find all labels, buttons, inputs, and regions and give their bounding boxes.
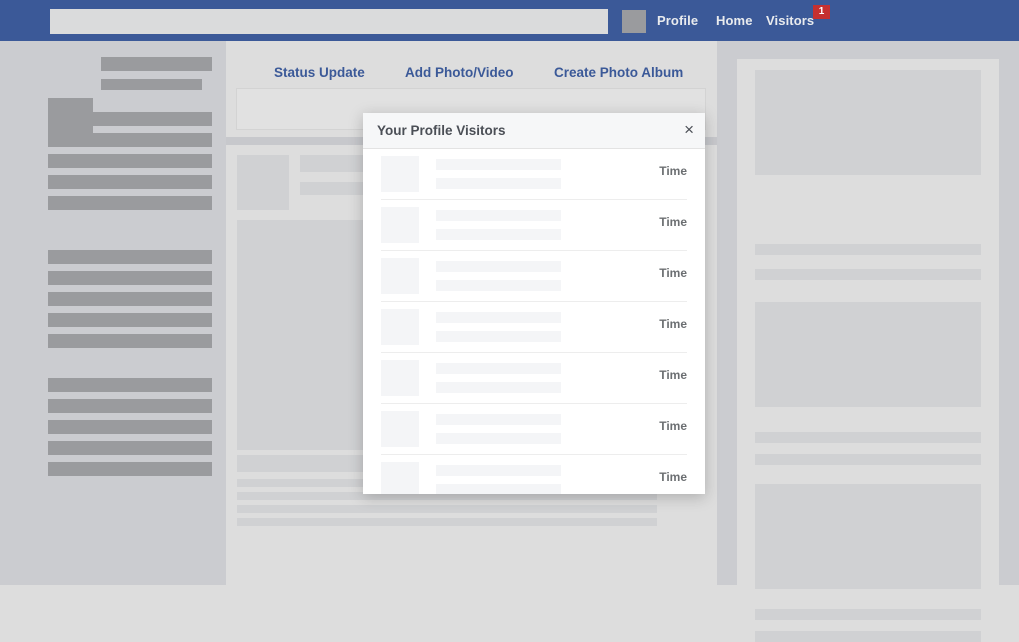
right-sidebar-bar-placeholder: [755, 454, 981, 465]
visitors-list[interactable]: Time Time Time Time Time Time Time: [363, 149, 705, 494]
visitor-detail-placeholder: [436, 382, 561, 393]
visitor-row[interactable]: Time: [381, 251, 687, 302]
visitor-avatar-placeholder: [381, 411, 419, 447]
visitor-time-label: Time: [659, 317, 687, 331]
visitor-name-placeholder: [436, 159, 561, 170]
visitor-time-label: Time: [659, 368, 687, 382]
right-sidebar-bar-placeholder: [755, 244, 981, 255]
right-sidebar-bar-placeholder: [755, 269, 981, 280]
nav-avatar[interactable]: [622, 10, 646, 33]
visitor-row[interactable]: Time: [381, 149, 687, 200]
visitor-name-placeholder: [436, 210, 561, 221]
visitor-name-placeholder: [436, 363, 561, 374]
right-sidebar-bar-placeholder: [755, 432, 981, 443]
visitor-time-label: Time: [659, 470, 687, 484]
visitor-avatar-placeholder: [381, 360, 419, 396]
sidebar-link-placeholder[interactable]: [48, 154, 212, 168]
visitor-name-placeholder: [436, 312, 561, 323]
visitor-avatar-placeholder: [381, 258, 419, 294]
right-sidebar-bar-placeholder: [755, 609, 981, 620]
sidebar-link-placeholder[interactable]: [48, 133, 212, 147]
sidebar-name-bar: [101, 79, 202, 90]
sidebar-link-placeholder[interactable]: [48, 334, 212, 348]
visitor-avatar-placeholder: [381, 462, 419, 494]
visitors-count-badge: 1: [813, 5, 830, 19]
right-sidebar-bar-placeholder: [755, 631, 981, 642]
right-sidebar-block-placeholder: [755, 484, 981, 589]
post-text-placeholder: [237, 505, 657, 513]
visitor-row[interactable]: Time: [381, 404, 687, 455]
post-avatar-placeholder: [237, 155, 289, 210]
visitor-avatar-placeholder: [381, 156, 419, 192]
sidebar-name-bar: [101, 57, 212, 71]
top-navigation-bar: Profile Home Visitors 1: [0, 0, 1019, 41]
nav-link-home[interactable]: Home: [716, 13, 753, 28]
tab-status-update[interactable]: Status Update: [274, 65, 365, 80]
visitor-time-label: Time: [659, 266, 687, 280]
tab-add-photo-video[interactable]: Add Photo/Video: [405, 65, 514, 80]
visitor-name-placeholder: [436, 261, 561, 272]
sidebar-link-placeholder[interactable]: [48, 271, 212, 285]
visitor-row[interactable]: Time: [381, 302, 687, 353]
right-sidebar-block-placeholder: [755, 302, 981, 407]
sidebar-link-placeholder[interactable]: [48, 378, 212, 392]
tab-create-photo-album[interactable]: Create Photo Album: [554, 65, 683, 80]
sidebar-link-placeholder[interactable]: [48, 420, 212, 434]
right-sidebar-panel: [737, 59, 999, 642]
sidebar-link-placeholder[interactable]: [48, 196, 212, 210]
sidebar-link-placeholder[interactable]: [48, 441, 212, 455]
sidebar-link-placeholder[interactable]: [48, 292, 212, 306]
nav-link-profile[interactable]: Profile: [657, 13, 698, 28]
sidebar-link-placeholder[interactable]: [48, 313, 212, 327]
profile-visitors-modal: Your Profile Visitors × Time Time Time Time…: [363, 113, 705, 494]
sidebar-link-placeholder[interactable]: [48, 175, 212, 189]
visitor-detail-placeholder: [436, 280, 561, 291]
visitor-name-placeholder: [436, 465, 561, 476]
visitor-detail-placeholder: [436, 484, 561, 494]
visitor-detail-placeholder: [436, 433, 561, 444]
close-icon[interactable]: ×: [684, 119, 694, 141]
post-text-placeholder: [237, 518, 657, 526]
sidebar-link-placeholder[interactable]: [48, 462, 212, 476]
visitor-detail-placeholder: [436, 229, 561, 240]
visitor-time-label: Time: [659, 215, 687, 229]
sidebar-link-placeholder[interactable]: [48, 250, 212, 264]
nav-link-visitors[interactable]: Visitors: [766, 13, 814, 28]
modal-title: Your Profile Visitors: [377, 123, 506, 138]
sidebar-link-placeholder[interactable]: [48, 112, 212, 126]
visitor-row[interactable]: Time: [381, 353, 687, 404]
visitor-row[interactable]: Time: [381, 455, 687, 494]
left-sidebar: [0, 41, 226, 585]
visitor-time-label: Time: [659, 164, 687, 178]
visitor-time-label: Time: [659, 419, 687, 433]
modal-header: Your Profile Visitors ×: [363, 113, 705, 149]
search-input[interactable]: [50, 9, 608, 34]
visitor-avatar-placeholder: [381, 207, 419, 243]
right-sidebar-block-placeholder: [755, 70, 981, 175]
sidebar-link-placeholder[interactable]: [48, 399, 212, 413]
visitor-detail-placeholder: [436, 331, 561, 342]
visitor-avatar-placeholder: [381, 309, 419, 345]
visitor-row[interactable]: Time: [381, 200, 687, 251]
visitor-detail-placeholder: [436, 178, 561, 189]
visitor-name-placeholder: [436, 414, 561, 425]
